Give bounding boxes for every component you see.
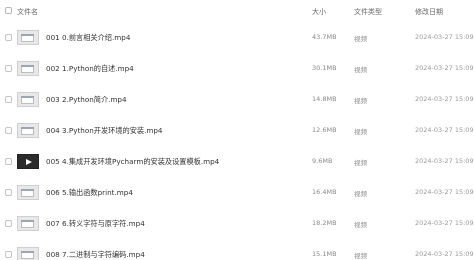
file-row[interactable]: 002 1.Python的自述.mp4 30.1MB 视频 2024-03-27… xyxy=(0,53,474,84)
row-checkbox[interactable] xyxy=(5,158,12,165)
file-size: 30.1MB xyxy=(312,64,337,72)
file-row[interactable]: 001 0.前言相关介绍.mp4 43.7MB 视频 2024-03-27 15… xyxy=(0,22,474,53)
file-list: 文件名 大小 文件类型 修改日期 001 0.前言相关介绍.mp4 43.7MB… xyxy=(0,0,474,260)
video-thumbnail xyxy=(17,247,39,260)
file-date: 2024-03-27 15:09 xyxy=(415,188,474,196)
play-icon xyxy=(26,159,32,165)
file-name[interactable]: 005 4.集成开发环境Pycharm的安装及设置模板.mp4 xyxy=(46,157,219,167)
row-checkbox[interactable] xyxy=(5,65,12,72)
video-thumbnail xyxy=(17,216,39,231)
file-name[interactable]: 003 2.Python简介.mp4 xyxy=(46,95,127,105)
header-type[interactable]: 文件类型 xyxy=(354,7,382,17)
select-all-checkbox[interactable] xyxy=(5,7,12,14)
file-date: 2024-03-27 15:09 xyxy=(415,157,474,165)
file-size: 9.6MB xyxy=(312,157,333,165)
video-thumbnail xyxy=(17,61,39,76)
file-name[interactable]: 008 7.二进制与字符编码.mp4 xyxy=(46,250,145,260)
video-thumbnail xyxy=(17,154,39,169)
row-checkbox[interactable] xyxy=(5,251,12,258)
video-thumbnail xyxy=(17,30,39,45)
file-size: 18.2MB xyxy=(312,219,337,227)
file-size: 12.6MB xyxy=(312,126,337,134)
file-type: 视频 xyxy=(354,97,367,105)
file-row[interactable]: 003 2.Python简介.mp4 14.8MB 视频 2024-03-27 … xyxy=(0,84,474,115)
file-type: 视频 xyxy=(354,128,367,136)
file-type: 视频 xyxy=(354,190,367,198)
row-checkbox[interactable] xyxy=(5,189,12,196)
file-name[interactable]: 002 1.Python的自述.mp4 xyxy=(46,64,134,74)
file-date: 2024-03-27 15:09 xyxy=(415,250,474,258)
row-checkbox[interactable] xyxy=(5,220,12,227)
file-date: 2024-03-27 15:09 xyxy=(415,33,474,41)
list-header: 文件名 大小 文件类型 修改日期 xyxy=(0,0,474,22)
file-name[interactable]: 001 0.前言相关介绍.mp4 xyxy=(46,33,130,43)
row-checkbox[interactable] xyxy=(5,34,12,41)
file-row[interactable]: 006 5.输出函数print.mp4 16.4MB 视频 2024-03-27… xyxy=(0,177,474,208)
file-date: 2024-03-27 15:09 xyxy=(415,126,474,134)
file-date: 2024-03-27 15:09 xyxy=(415,95,474,103)
file-name[interactable]: 007 6.转义字符与原字符.mp4 xyxy=(46,219,145,229)
file-type: 视频 xyxy=(354,221,367,229)
file-row[interactable]: 005 4.集成开发环境Pycharm的安装及设置模板.mp4 9.6MB 视频… xyxy=(0,146,474,177)
video-thumbnail xyxy=(17,92,39,107)
header-name[interactable]: 文件名 xyxy=(17,7,38,17)
file-size: 14.8MB xyxy=(312,95,337,103)
video-thumbnail xyxy=(17,185,39,200)
row-checkbox[interactable] xyxy=(5,96,12,103)
row-checkbox[interactable] xyxy=(5,127,12,134)
file-row[interactable]: 008 7.二进制与字符编码.mp4 15.1MB 视频 2024-03-27 … xyxy=(0,239,474,260)
header-date[interactable]: 修改日期 xyxy=(415,7,443,17)
file-date: 2024-03-27 15:09 xyxy=(415,219,474,227)
file-name[interactable]: 006 5.输出函数print.mp4 xyxy=(46,188,133,198)
file-type: 视频 xyxy=(354,66,367,74)
file-date: 2024-03-27 15:09 xyxy=(415,64,474,72)
file-type: 视频 xyxy=(354,35,367,43)
file-row[interactable]: 007 6.转义字符与原字符.mp4 18.2MB 视频 2024-03-27 … xyxy=(0,208,474,239)
file-size: 15.1MB xyxy=(312,250,337,258)
file-size: 43.7MB xyxy=(312,33,337,41)
file-row[interactable]: 004 3.Python开发环境的安装.mp4 12.6MB 视频 2024-0… xyxy=(0,115,474,146)
header-size[interactable]: 大小 xyxy=(312,7,326,17)
file-size: 16.4MB xyxy=(312,188,337,196)
file-name[interactable]: 004 3.Python开发环境的安装.mp4 xyxy=(46,126,163,136)
file-type: 视频 xyxy=(354,252,367,260)
video-thumbnail xyxy=(17,123,39,138)
file-type: 视频 xyxy=(354,159,367,167)
